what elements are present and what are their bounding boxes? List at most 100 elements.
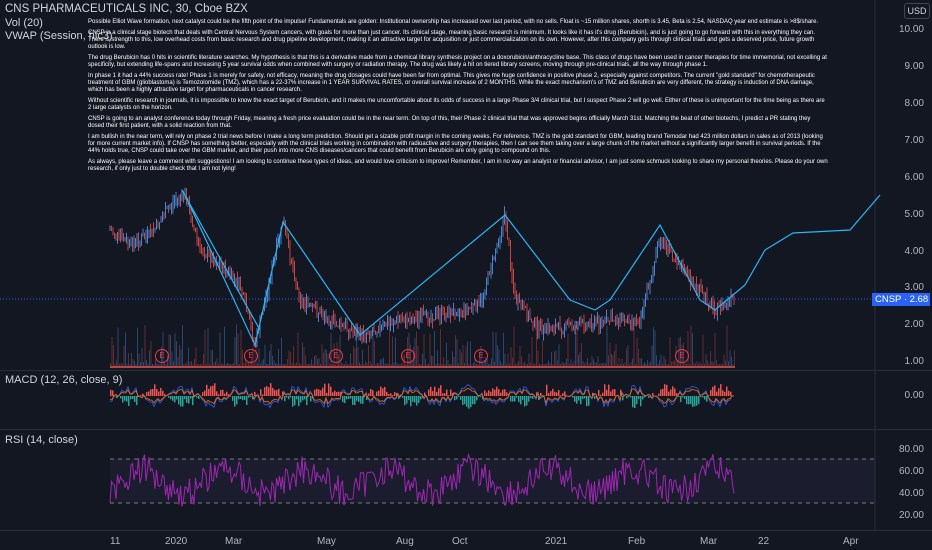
macd-histogram-bar (660, 389, 662, 396)
volume-bar (600, 363, 602, 366)
earnings-marker[interactable]: E (155, 349, 169, 363)
volume-bar (329, 363, 330, 366)
macd-histogram-bar (468, 396, 470, 409)
macd-histogram-bar (380, 386, 382, 396)
macd-histogram-bar (152, 388, 154, 396)
macd-histogram-bar (300, 396, 302, 403)
volume-bar (657, 363, 659, 366)
macd-histogram-bar (146, 392, 148, 396)
volume-bar (318, 358, 320, 366)
macd-histogram-bar (492, 388, 494, 396)
macd-histogram-bar (686, 396, 688, 405)
volume-bar (288, 350, 290, 366)
volume-bar (134, 360, 135, 366)
macd-histogram-bar (120, 396, 122, 399)
macd-histogram-bar (696, 396, 698, 406)
rsi-pane[interactable] (0, 430, 875, 530)
macd-histogram-bar (264, 387, 266, 396)
volume-bars (110, 324, 735, 366)
volume-bar (686, 363, 687, 366)
volume-bar (599, 363, 600, 366)
volume-bar (231, 364, 233, 366)
volume-bar (459, 349, 461, 366)
volume-bar (605, 363, 606, 366)
volume-bar (500, 361, 501, 366)
macd-histogram-bar (154, 384, 156, 396)
volume-bar (639, 358, 641, 366)
volume-bar (390, 363, 392, 366)
earnings-marker[interactable]: E (401, 349, 415, 363)
macd-histogram-bar (548, 393, 550, 396)
volume-bar (303, 347, 305, 366)
macd-histogram-bar (448, 395, 450, 396)
volume-bar (222, 363, 224, 366)
volume-bar (239, 363, 240, 366)
volume-bar (602, 363, 603, 366)
macd-histogram-bar (324, 383, 326, 396)
macd-histogram-bar (188, 396, 190, 404)
macd-histogram-bar (248, 396, 250, 398)
volume-bar (263, 359, 264, 366)
volume-bar (636, 337, 638, 366)
macd-histogram-bar (212, 385, 214, 396)
volume-bar (317, 358, 318, 366)
macd-histogram-bar (440, 385, 442, 396)
volume-bar (455, 335, 456, 366)
volume-bar (708, 363, 710, 366)
macd-histogram-bar (174, 396, 176, 403)
volume-bar (374, 340, 375, 366)
volume-bar (543, 363, 545, 366)
macd-histogram-bar (318, 389, 320, 396)
macd-histogram-bar (564, 391, 566, 396)
volume-bar (215, 361, 216, 366)
volume-bar (705, 353, 707, 366)
macd-histogram-bar (134, 396, 136, 402)
volume-bar (371, 363, 372, 366)
volume-bar (626, 348, 627, 366)
volume-bar (467, 341, 468, 366)
volume-bar (620, 363, 621, 366)
volume-bar (558, 344, 560, 366)
macd-histogram-bar (598, 389, 600, 396)
volume-bar (611, 353, 612, 366)
volume-bar (536, 328, 537, 366)
macd-histogram-bar (490, 391, 492, 396)
macd-histogram-bar (690, 396, 692, 405)
earnings-marker[interactable]: E (474, 349, 488, 363)
volume-bar (590, 362, 591, 366)
volume-bar (279, 363, 281, 366)
volume-bar (560, 363, 561, 366)
volume-bar (258, 348, 260, 366)
price-tick: 2.00 (904, 319, 924, 330)
volume-bar (641, 358, 642, 366)
volume-bar (204, 330, 206, 366)
volume-bar (653, 327, 654, 366)
earnings-marker[interactable]: E (244, 349, 258, 363)
volume-bar (431, 355, 432, 366)
volume-bar (656, 355, 657, 366)
volume-bar (432, 356, 434, 366)
macd-histogram-bar (386, 391, 388, 396)
macd-histogram-bar (612, 389, 614, 396)
macd-histogram-bar (244, 396, 246, 400)
volume-bar (359, 362, 360, 366)
macd-pane[interactable] (0, 371, 875, 429)
volume-bar (195, 347, 197, 366)
macd-histogram-bar (240, 396, 242, 400)
macd-histogram-bar (326, 392, 328, 396)
macd-histogram-bar (472, 396, 474, 405)
macd-histogram-bar (632, 396, 634, 408)
macd-histogram-bar (716, 391, 718, 396)
volume-bar (132, 359, 134, 366)
earnings-marker[interactable]: E (675, 349, 689, 363)
macd-histogram-bar (718, 388, 720, 396)
earnings-marker[interactable]: E (329, 349, 343, 363)
volume-bar (588, 363, 590, 366)
macd-histogram-bar (284, 396, 286, 402)
volume-bar (246, 362, 248, 366)
volume-bar (114, 363, 116, 366)
volume-bar (236, 324, 237, 366)
volume-bar (213, 362, 215, 366)
volume-bar (128, 352, 129, 366)
macd-histogram-bar (320, 390, 322, 396)
